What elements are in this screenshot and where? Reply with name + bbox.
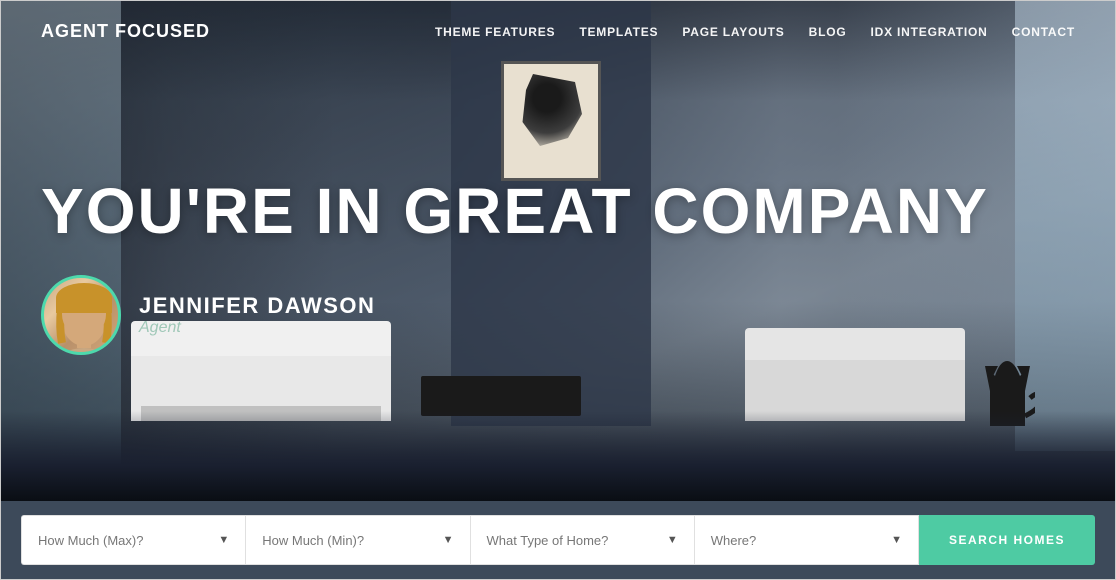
chevron-down-icon: ▼	[218, 534, 229, 546]
min-price-label: How Much (Min)?	[262, 533, 364, 548]
nav-menu: THEME FEATURES TEMPLATES PAGE LAYOUTS BL…	[435, 23, 1075, 41]
nav-item-templates[interactable]: TEMPLATES	[579, 23, 658, 41]
search-homes-button[interactable]: SEARCH HOMES	[919, 515, 1095, 565]
hero-content: YOU'RE IN GREAT COMPANY	[1, 62, 1115, 501]
agent-name: JENNIFER DAWSON	[139, 293, 375, 319]
nav-item-page-layouts[interactable]: PAGE LAYOUTS	[682, 23, 784, 41]
nav-item-theme-features[interactable]: THEME FEATURES	[435, 23, 555, 41]
brand-logo[interactable]: AGENT FOCUSED	[41, 21, 210, 42]
nav-link-page-layouts[interactable]: PAGE LAYOUTS	[682, 25, 784, 39]
avatar	[41, 275, 121, 355]
agent-info: JENNIFER DAWSON Agent	[139, 293, 375, 337]
search-bar: How Much (Max)? ▼ How Much (Min)? ▼ What…	[1, 501, 1115, 579]
agent-card: JENNIFER DAWSON Agent	[41, 275, 1075, 355]
home-type-label: What Type of Home?	[487, 533, 609, 548]
nav-item-idx[interactable]: IDX INTEGRATION	[871, 23, 988, 41]
location-dropdown[interactable]: Where? ▼	[694, 515, 919, 565]
nav-link-contact[interactable]: CONTACT	[1012, 25, 1075, 39]
nav-link-templates[interactable]: TEMPLATES	[579, 25, 658, 39]
chevron-down-icon: ▼	[443, 534, 454, 546]
max-price-dropdown[interactable]: How Much (Max)? ▼	[21, 515, 245, 565]
agent-title: Agent	[139, 319, 375, 337]
navbar: AGENT FOCUSED THEME FEATURES TEMPLATES P…	[1, 1, 1115, 62]
location-label: Where?	[711, 533, 757, 548]
nav-link-blog[interactable]: BLOG	[809, 25, 847, 39]
max-price-label: How Much (Max)?	[38, 533, 143, 548]
page-wrapper: AGENT FOCUSED THEME FEATURES TEMPLATES P…	[0, 0, 1116, 580]
nav-item-contact[interactable]: CONTACT	[1012, 23, 1075, 41]
chevron-down-icon: ▼	[667, 534, 678, 546]
nav-link-theme-features[interactable]: THEME FEATURES	[435, 25, 555, 39]
nav-item-blog[interactable]: BLOG	[809, 23, 847, 41]
hero-headline: YOU'RE IN GREAT COMPANY	[41, 178, 1075, 245]
nav-link-idx[interactable]: IDX INTEGRATION	[871, 25, 988, 39]
min-price-dropdown[interactable]: How Much (Min)? ▼	[245, 515, 469, 565]
hero-section: AGENT FOCUSED THEME FEATURES TEMPLATES P…	[1, 1, 1115, 501]
home-type-dropdown[interactable]: What Type of Home? ▼	[470, 515, 694, 565]
chevron-down-icon: ▼	[891, 534, 902, 546]
